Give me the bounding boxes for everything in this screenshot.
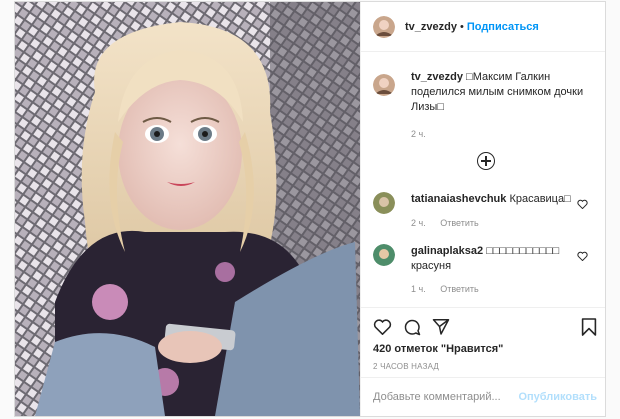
follow-button[interactable]: Подписаться — [467, 21, 539, 33]
comment-meta: 2 ч. Ответить — [411, 216, 491, 231]
comment-icon[interactable] — [403, 318, 421, 336]
comment-time: 1 ч. — [411, 284, 426, 294]
comment-username[interactable]: galinaplaksa2 — [411, 245, 483, 257]
comment-body: galinaplaksa2 □□□□□□□□□□□ красуня — [411, 244, 571, 274]
comment-username[interactable]: tatianaiashevchuk — [411, 193, 506, 205]
post-actions: 420 отметок "Нравится" 2 ЧАСОВ НАЗАД — [361, 307, 605, 371]
post-header: tv_zvezdy • Подписаться — [361, 2, 605, 52]
post-photo[interactable] — [15, 2, 360, 416]
heart-icon[interactable] — [577, 251, 588, 261]
bookmark-icon[interactable] — [581, 318, 597, 336]
comment-input[interactable]: Добавьте комментарий... — [373, 391, 501, 403]
plus-circle-icon[interactable] — [477, 152, 495, 170]
publish-button[interactable]: Опубликовать — [518, 391, 597, 403]
caption-time: 2 ч. — [411, 129, 426, 139]
comment-body: tatianaiashevchuk Красавица□ — [411, 193, 571, 205]
reply-button[interactable]: Ответить — [440, 218, 478, 228]
comment-avatar[interactable] — [373, 244, 395, 266]
comment-time: 2 ч. — [411, 218, 426, 228]
comment-meta: 1 ч. Ответить — [411, 282, 491, 297]
comment-text: Красавица — [509, 193, 565, 205]
caption-avatar[interactable] — [373, 74, 395, 96]
caption-text-block: tv_zvezdy □Максим Галкин поделился милым… — [411, 70, 601, 142]
photo-image — [15, 2, 360, 416]
share-icon[interactable] — [432, 318, 450, 335]
comment-avatar[interactable] — [373, 192, 395, 214]
reply-button[interactable]: Ответить — [440, 284, 478, 294]
header-username[interactable]: tv_zvezdy — [405, 21, 457, 33]
heart-icon[interactable] — [373, 318, 392, 335]
action-icons — [373, 318, 450, 336]
post-date: 2 ЧАСОВ НАЗАД — [373, 362, 440, 371]
separator-dot: • — [459, 20, 464, 33]
heart-icon[interactable] — [577, 199, 588, 209]
likes-count[interactable]: 420 отметок "Нравится" — [373, 343, 503, 355]
caption-username[interactable]: tv_zvezdy — [411, 71, 463, 83]
avatar[interactable] — [373, 15, 395, 38]
add-comment-bar: Добавьте комментарий... Опубликовать — [361, 377, 605, 416]
post-sidebar: tv_zvezdy • Подписаться tv_zvezdy □Макси… — [360, 2, 605, 416]
post-frame: tv_zvezdy • Подписаться tv_zvezdy □Макси… — [14, 1, 606, 417]
